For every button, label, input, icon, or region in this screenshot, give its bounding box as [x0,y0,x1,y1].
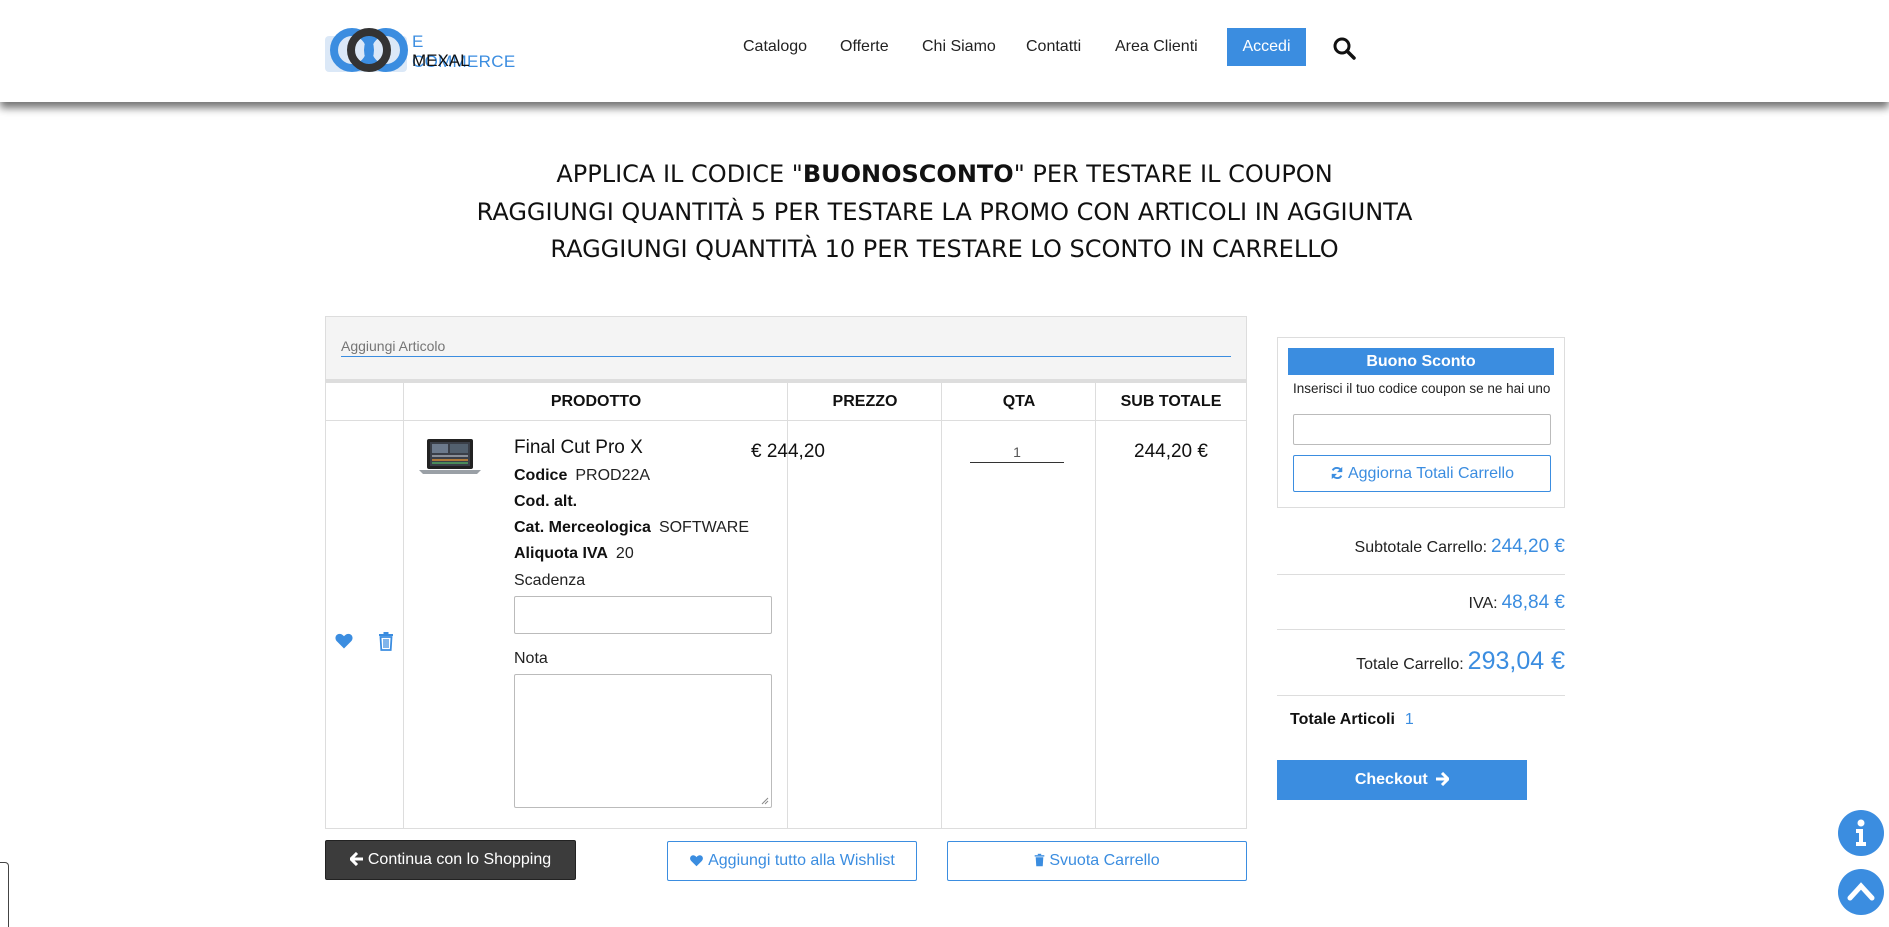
subtotal-row: Subtotale Carrello: 244,20 € [1277,536,1565,558]
trash-icon [1035,853,1045,867]
add-article-input[interactable] [341,335,1231,357]
nota-label: Nota [514,650,548,667]
vat-value: 48,84 € [1501,592,1565,613]
divider [1277,574,1565,575]
product-category-row: Cat. Merceologica SOFTWARE [514,519,749,537]
left-edge-panel [0,862,9,927]
nav-catalogo[interactable]: Catalogo [743,38,807,56]
promo-line-coupon-prefix: APPLICA IL CODICE " [556,160,803,188]
heart-icon [690,855,704,867]
product-subtotal: 244,20 € [1134,441,1208,462]
header-actions-cell [326,383,404,421]
vat-label: IVA: [1468,595,1498,612]
info-button[interactable] [1838,810,1884,856]
nav-contatti[interactable]: Contatti [1026,38,1081,56]
chevron-up-icon [1847,882,1875,901]
subtotal-value: 244,20 € [1491,536,1565,557]
resize-handle-icon[interactable] [761,797,769,805]
total-articles-label: Totale Articoli [1290,711,1395,728]
product-code-label: Codice [514,467,568,484]
total-articles-count: 1 [1404,711,1414,728]
logo-text-mexal: MEXAL [412,51,470,70]
cart-table: PRODOTTO PREZZO QTA SUB TOTALE Final Cut… [325,380,1247,829]
promo-line-qty5: RAGGIUNGI QUANTITÀ 5 PER TESTARE LA PROM… [476,197,1413,226]
product-vat-row: Aliquota IVA 20 [514,545,634,563]
header-qta: QTA [942,383,1096,421]
product-alt-code-label: Cod. alt. [514,493,578,510]
search-icon[interactable] [1332,36,1356,60]
heart-icon[interactable] [334,631,354,651]
refresh-icon [1331,466,1343,480]
product-code-row: Codice PROD22A [514,467,650,485]
divider [1277,695,1565,696]
product-category: SOFTWARE [658,519,750,536]
coupon-code-input[interactable] [1293,414,1551,445]
divider [1277,629,1565,630]
promo-line-coupon: APPLICA IL CODICE "BUONOSCONTO" PER TEST… [0,156,1889,194]
logo-rings-icon [325,28,408,72]
info-icon [1856,819,1866,846]
add-all-wishlist-label: Aggiungi tutto alla Wishlist [708,852,895,869]
nav-area-clienti[interactable]: Area Clienti [1115,38,1198,56]
continue-shopping-button[interactable]: Continua con lo Shopping [325,840,576,880]
header-subtotale: SUB TOTALE [1096,383,1246,421]
subtotal-label: Subtotale Carrello: [1354,539,1488,556]
product-category-label: Cat. Merceologica [514,519,651,536]
vat-row: IVA: 48,84 € [1277,592,1565,614]
header-prezzo: PREZZO [788,383,942,421]
add-all-wishlist-button[interactable]: Aggiungi tutto alla Wishlist [667,841,917,881]
arrow-right-icon [1436,771,1451,787]
add-article-panel [325,316,1247,380]
coupon-title: Buono Sconto [1288,348,1554,375]
promo-line-qty10: RAGGIUNGI QUANTITÀ 10 PER TESTARE LO SCO… [550,235,1339,263]
nav-offerte[interactable]: Offerte [840,38,889,56]
promo-coupon-code: BUONOSCONTO [802,160,1014,188]
header-prodotto: PRODOTTO [404,383,788,421]
scroll-top-button[interactable] [1838,869,1884,915]
product-vat: 20 [615,545,634,562]
product-image[interactable] [419,437,481,477]
coupon-hint: Inserisci il tuo codice coupon se ne hai… [1293,381,1551,396]
total-row: Totale Carrello: 293,04 € [1277,647,1565,676]
checkout-label: Checkout [1354,771,1428,788]
total-articles: Totale Articoli 1 [1290,711,1414,729]
product-vat-label: Aliquota IVA [514,545,608,562]
total-value: 293,04 € [1467,647,1565,675]
actions-column [326,383,404,829]
coupon-panel: Buono Sconto Inserisci il tuo codice cou… [1277,337,1565,508]
empty-cart-label: Svuota Carrello [1049,852,1160,869]
total-label: Totale Carrello: [1356,656,1464,673]
update-totals-label: Aggiorna Totali Carrello [1347,465,1514,482]
site-header: E COMMERCE MEXAL Catalogo Offerte Chi Si… [0,0,1889,102]
scadenza-label: Scadenza [514,572,586,589]
continue-shopping-label: Continua con lo Shopping [367,851,552,868]
empty-cart-button[interactable]: Svuota Carrello [947,841,1247,881]
product-name[interactable]: Final Cut Pro X [514,437,643,459]
scadenza-input[interactable] [514,596,772,634]
checkout-button[interactable]: Checkout [1277,760,1527,800]
site-logo[interactable]: E COMMERCE MEXAL [325,28,525,76]
trash-icon[interactable] [378,631,394,651]
update-totals-button[interactable]: Aggiorna Totali Carrello [1293,455,1551,492]
promo-announcement: APPLICA IL CODICE "BUONOSCONTO" PER TEST… [0,156,1889,269]
product-alt-code-row: Cod. alt. [514,493,585,511]
nav-chi-siamo[interactable]: Chi Siamo [922,38,996,56]
arrow-left-icon [348,851,363,867]
quantity-input[interactable] [970,441,1064,463]
nota-textarea[interactable] [514,674,772,808]
promo-line-coupon-suffix: " PER TESTARE IL COUPON [1013,160,1333,188]
product-code: PROD22A [575,467,651,484]
product-price: € 244,20 [751,441,825,462]
login-button[interactable]: Accedi [1227,28,1306,66]
